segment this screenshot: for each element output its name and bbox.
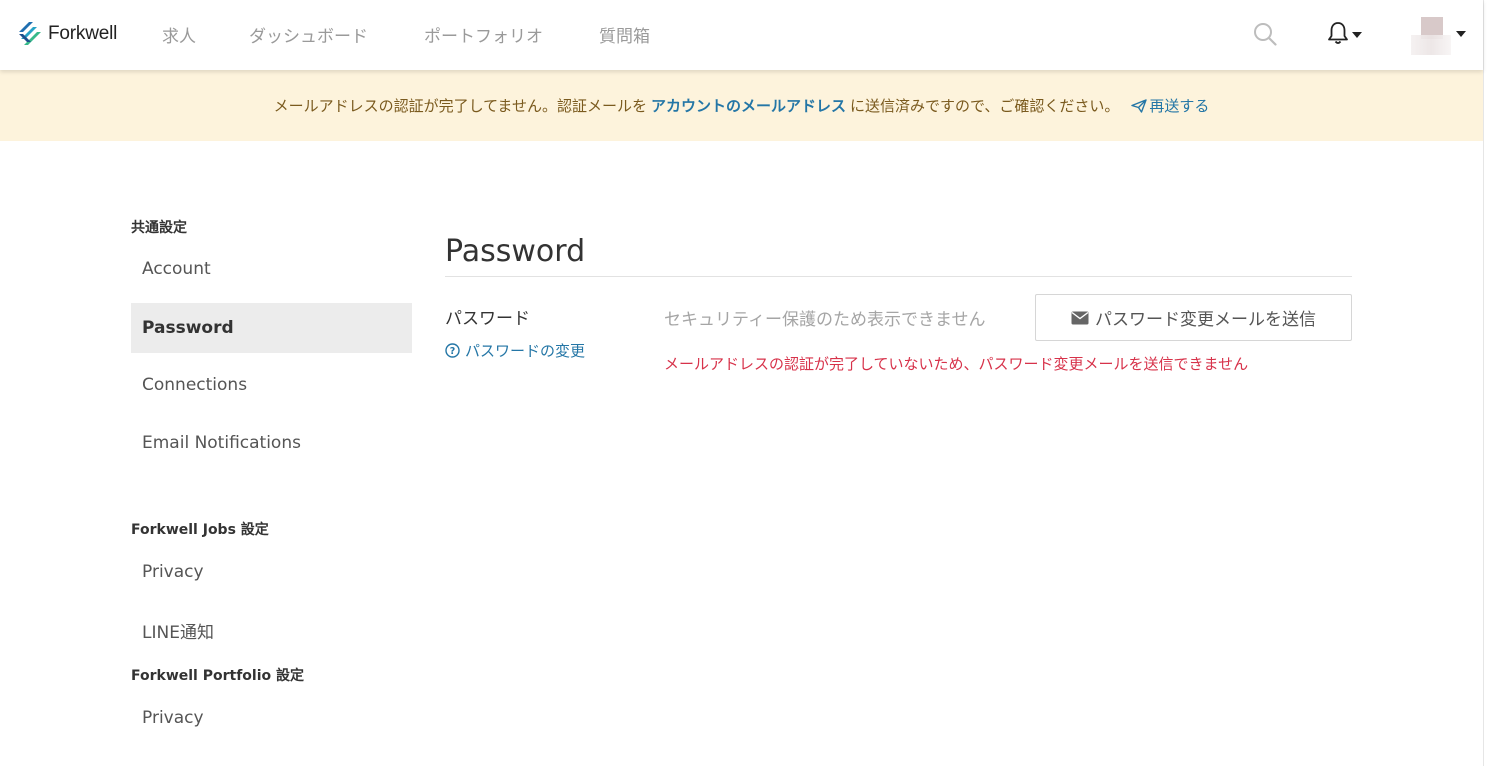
sidebar-item-connections[interactable]: Connections [131, 360, 412, 410]
sidebar-heading-jobs: Forkwell Jobs 設定 [131, 522, 269, 538]
sidebar-item-label: LINE通知 [142, 622, 214, 643]
forkwell-logo[interactable]: Forkwell [17, 21, 117, 47]
logo-text: Forkwell [48, 23, 118, 44]
sidebar-heading-common: 共通設定 [131, 220, 187, 236]
sidebar-item-label: Connections [142, 375, 248, 395]
banner-text-before: メールアドレスの認証が完了してません。認証メールを [273, 97, 647, 115]
error-message: メールアドレスの認証が完了していないため、パスワード変更メールを送信できません [664, 355, 1249, 373]
svg-text:?: ? [450, 346, 456, 357]
title-divider [445, 276, 1352, 277]
top-header: Forkwell 求人 ダッシュボード ポートフォリオ 質問箱 [0, 0, 1483, 70]
envelope-icon [1071, 311, 1089, 324]
sidebar-item-email-notifications[interactable]: Email Notifications [131, 418, 412, 468]
account-email-link[interactable]: アカウントのメールアドレス [651, 95, 846, 116]
question-circle-icon: ? [445, 343, 460, 358]
sidebar-item-label: Privacy [142, 708, 204, 728]
account-dropdown-icon[interactable] [1456, 31, 1466, 37]
paper-plane-icon [1131, 98, 1148, 113]
page-title: Password [445, 234, 586, 270]
sidebar-item-label: Email Notifications [142, 433, 301, 453]
search-icon[interactable] [1253, 22, 1277, 50]
avatar[interactable] [1411, 17, 1451, 55]
banner-text-after: に送信済みですので、ご確認ください。 [849, 97, 1120, 115]
page-right-border [1483, 0, 1484, 766]
sidebar-item-line-notification[interactable]: LINE通知 [131, 605, 412, 655]
notifications-dropdown-icon[interactable] [1352, 32, 1362, 38]
sidebar-item-jobs-privacy[interactable]: Privacy [131, 547, 412, 597]
resend-label: 再送する [1149, 97, 1210, 115]
email-verification-banner: メールアドレスの認証が完了してません。認証メールを アカウントのメールアドレス … [0, 70, 1483, 141]
sidebar-item-label: Account [142, 259, 211, 279]
send-button-label: パスワード変更メールを送信 [1095, 310, 1316, 330]
sidebar-heading-portfolio: Forkwell Portfolio 設定 [131, 668, 305, 684]
nav-jobs[interactable]: 求人 [162, 22, 196, 47]
nav-portfolio[interactable]: ポートフォリオ [424, 22, 543, 47]
password-label: パスワード [445, 309, 530, 329]
sidebar-item-label: Password [142, 318, 234, 338]
sidebar-item-account[interactable]: Account [131, 244, 412, 294]
password-change-label: パスワードの変更 [465, 342, 586, 360]
send-password-change-email-button[interactable]: パスワード変更メールを送信 [1035, 294, 1352, 341]
password-hidden-note: セキュリティー保護のため表示できません [664, 310, 986, 330]
password-change-help-link[interactable]: ? パスワードの変更 [445, 340, 585, 361]
forkwell-logo-icon [19, 22, 41, 45]
sidebar-item-label: Privacy [142, 562, 204, 582]
nav-dashboard[interactable]: ダッシュボード [249, 22, 368, 47]
sidebar-item-portfolio-privacy[interactable]: Privacy [131, 693, 412, 743]
sidebar-item-password[interactable]: Password [131, 303, 412, 353]
resend-link[interactable]: 再送する [1131, 95, 1209, 116]
nav-question-box[interactable]: 質問箱 [599, 22, 650, 47]
bell-icon[interactable] [1327, 21, 1349, 49]
